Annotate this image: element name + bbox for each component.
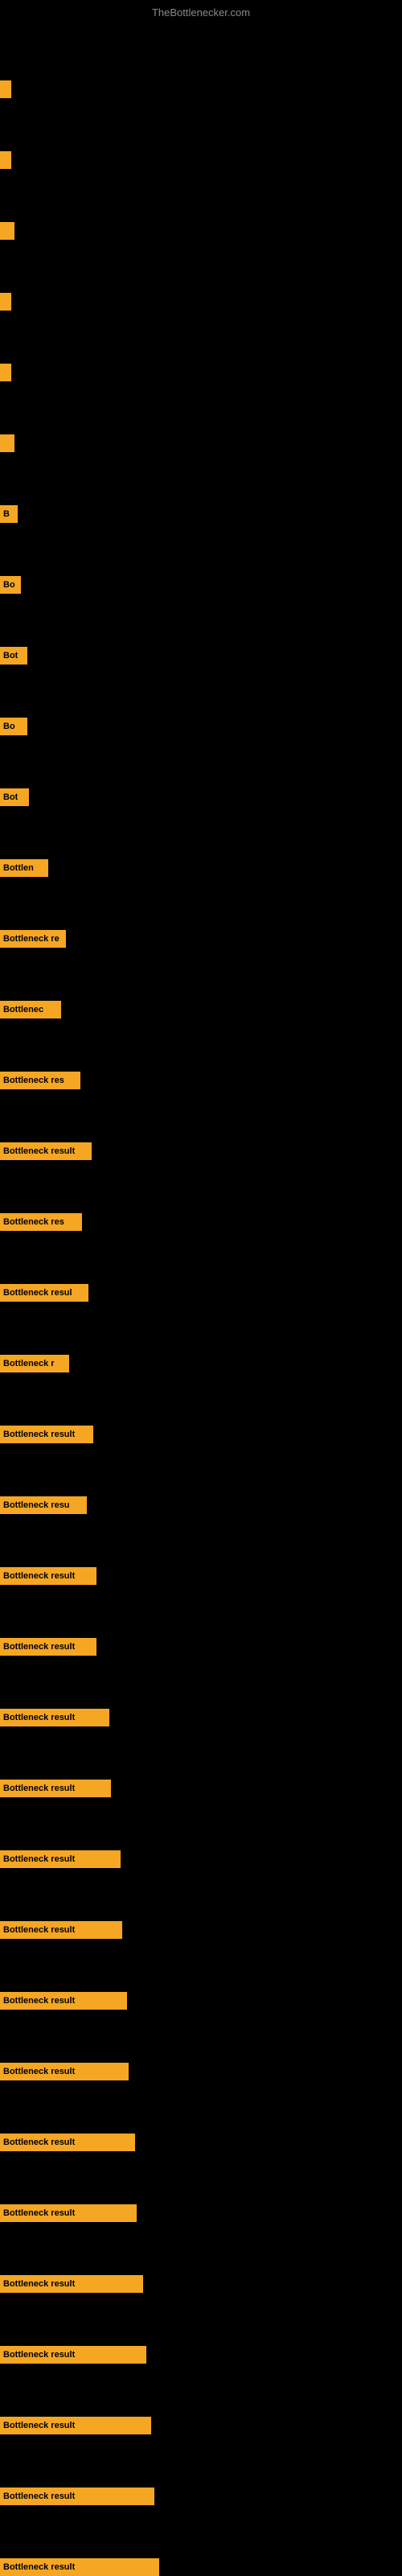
- bar-item-35: Bottleneck result: [0, 2488, 154, 2505]
- bar-label-12: Bottlen: [3, 863, 34, 873]
- bar-item-19: Bottleneck r: [0, 1355, 69, 1372]
- bar-label-16: Bottleneck result: [3, 1146, 75, 1156]
- bar-item-11: Bot: [0, 788, 29, 806]
- bar-label-28: Bottleneck result: [3, 1996, 75, 2006]
- bar-item-31: Bottleneck result: [0, 2204, 137, 2222]
- bar-label-32: Bottleneck result: [3, 2279, 75, 2289]
- bar-item-27: Bottleneck result: [0, 1921, 122, 1939]
- bar-label-7: B: [3, 509, 10, 519]
- bar-label-18: Bottleneck resul: [3, 1288, 72, 1298]
- bar-label-9: Bot: [3, 651, 18, 660]
- bar-item-24: Bottleneck result: [0, 1709, 109, 1726]
- bar-item-29: Bottleneck result: [0, 2063, 129, 2080]
- bar-label-20: Bottleneck result: [3, 1430, 75, 1439]
- bar-item-28: Bottleneck result: [0, 1992, 127, 2010]
- bar-label-11: Bot: [3, 792, 18, 802]
- bar-label-15: Bottleneck res: [3, 1076, 64, 1085]
- bar-item-16: Bottleneck result: [0, 1142, 92, 1160]
- bar-label-33: Bottleneck result: [3, 2350, 75, 2360]
- bar-item-12: Bottlen: [0, 859, 48, 877]
- bar-label-29: Bottleneck result: [3, 2067, 75, 2076]
- bar-item-4: [0, 293, 11, 311]
- bar-label-10: Bo: [3, 722, 15, 731]
- bar-item-32: Bottleneck result: [0, 2275, 143, 2293]
- bar-label-27: Bottleneck result: [3, 1925, 75, 1935]
- bar-item-6: [0, 434, 14, 452]
- bar-item-13: Bottleneck re: [0, 930, 66, 948]
- bar-item-8: Bo: [0, 576, 21, 594]
- bar-item-10: Bo: [0, 718, 27, 735]
- bar-item-3: [0, 222, 14, 240]
- bar-label-8: Bo: [3, 580, 15, 590]
- bar-item-36: Bottleneck result: [0, 2558, 159, 2576]
- bar-label-21: Bottleneck resu: [3, 1500, 70, 1510]
- bar-item-34: Bottleneck result: [0, 2417, 151, 2434]
- bar-label-22: Bottleneck result: [3, 1571, 75, 1581]
- bar-label-13: Bottleneck re: [3, 934, 59, 944]
- bar-item-1: [0, 80, 11, 98]
- bar-label-24: Bottleneck result: [3, 1713, 75, 1722]
- bar-item-30: Bottleneck result: [0, 2134, 135, 2151]
- bar-item-21: Bottleneck resu: [0, 1496, 87, 1514]
- bar-label-36: Bottleneck result: [3, 2562, 75, 2572]
- bar-item-14: Bottlenec: [0, 1001, 61, 1018]
- site-title: TheBottlenecker.com: [152, 6, 250, 19]
- bar-label-34: Bottleneck result: [3, 2421, 75, 2430]
- bar-label-26: Bottleneck result: [3, 1854, 75, 1864]
- bar-label-25: Bottleneck result: [3, 1784, 75, 1793]
- bar-item-9: Bot: [0, 647, 27, 665]
- bar-label-35: Bottleneck result: [3, 2492, 75, 2501]
- bar-item-33: Bottleneck result: [0, 2346, 146, 2364]
- bar-item-22: Bottleneck result: [0, 1567, 96, 1585]
- bar-item-15: Bottleneck res: [0, 1072, 80, 1089]
- bar-label-19: Bottleneck r: [3, 1359, 55, 1368]
- bar-item-2: [0, 151, 11, 169]
- bar-item-7: B: [0, 505, 18, 523]
- bar-item-23: Bottleneck result: [0, 1638, 96, 1656]
- bar-item-17: Bottleneck res: [0, 1213, 82, 1231]
- bar-item-20: Bottleneck result: [0, 1426, 93, 1443]
- bar-label-30: Bottleneck result: [3, 2138, 75, 2147]
- bar-label-31: Bottleneck result: [3, 2208, 75, 2218]
- bar-item-26: Bottleneck result: [0, 1850, 121, 1868]
- bar-item-25: Bottleneck result: [0, 1780, 111, 1797]
- bar-label-14: Bottlenec: [3, 1005, 43, 1014]
- bar-label-23: Bottleneck result: [3, 1642, 75, 1652]
- bar-item-18: Bottleneck resul: [0, 1284, 88, 1302]
- bar-label-17: Bottleneck res: [3, 1217, 64, 1227]
- bar-item-5: [0, 364, 11, 381]
